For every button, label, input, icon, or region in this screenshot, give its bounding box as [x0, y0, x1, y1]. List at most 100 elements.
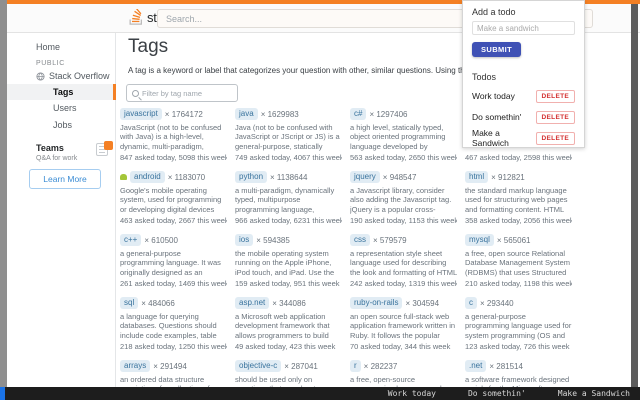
tag-question-count: × 1138644	[270, 172, 308, 182]
tag-stats: 190 asked today, 1153 this week	[350, 216, 457, 225]
sidebar-item-tags[interactable]: Tags	[7, 84, 116, 100]
sidebar-item-label: Stack Overflow	[49, 71, 110, 81]
submit-todo-button[interactable]: SUBMIT	[472, 41, 522, 57]
tag-link[interactable]: ios	[235, 234, 254, 246]
tag-question-count: × 1629983	[260, 109, 299, 119]
todo-list-item: Do somethin' DELETE	[472, 110, 575, 124]
tag-question-count: × 1764172	[164, 109, 203, 119]
tag-link[interactable]: c	[465, 297, 477, 309]
tag-stats: 463 asked today, 2667 this week	[120, 216, 227, 225]
sidebar-item-home[interactable]: Home	[36, 42, 60, 52]
tag-link[interactable]: android	[130, 171, 165, 183]
tag-question-count: × 282237	[363, 361, 398, 371]
sidebar-section-label: PUBLIC	[36, 60, 65, 67]
stackoverflow-icon	[129, 9, 142, 25]
tag-stats: 159 asked today, 951 this week	[235, 279, 340, 288]
tag-question-count: × 1183070	[167, 172, 206, 182]
tag-question-count: × 579579	[373, 235, 407, 245]
tag-grid: javascript × 1764172 JavaScript (not to …	[120, 108, 572, 400]
learn-more-button[interactable]: Learn More	[29, 169, 101, 189]
tag-stats: 847 asked today, 5098 this week	[120, 153, 227, 162]
todo-item-label: Make a Sandwich	[472, 128, 509, 148]
tag-link[interactable]: javascript	[120, 108, 162, 120]
tag-link[interactable]: html	[465, 171, 489, 183]
bottom-bar-todo-text: Do somethin'	[467, 389, 526, 398]
teams-chat-icon	[96, 141, 113, 156]
todo-list-item: Make a Sandwich DELETE	[472, 128, 575, 148]
tag-link[interactable]: .net	[465, 360, 487, 372]
tag-stats: 70 asked today, 344 this week	[350, 342, 451, 351]
tag-description: Google's mobile operating system, used f…	[120, 186, 222, 214]
tag-link[interactable]: java	[235, 108, 258, 120]
tag-question-count: × 344086	[272, 298, 306, 308]
delete-todo-button[interactable]: DELETE	[535, 131, 575, 145]
tag-description: a high level, statically typed, object o…	[350, 123, 446, 151]
tag-filter-input[interactable]	[142, 88, 232, 98]
tag-question-count: × 1297406	[369, 109, 408, 119]
teams-block: Teams Q&A for work	[36, 141, 113, 162]
delete-todo-button[interactable]: DELETE	[535, 110, 575, 124]
scrollbar[interactable]	[631, 4, 638, 387]
tag-card: c × 293440 a general-purpose programming…	[465, 297, 572, 353]
tag-card: c# × 1297406 a high level, statically ty…	[350, 108, 457, 164]
window-edge-strip	[0, 0, 7, 387]
tag-card: jquery × 948547 a Javascript library, co…	[350, 171, 457, 227]
tag-link[interactable]: arrays	[120, 360, 151, 372]
delete-todo-button[interactable]: DELETE	[535, 89, 575, 103]
sidebar-item-users[interactable]: Users	[53, 103, 77, 113]
tag-question-count: × 912821	[491, 172, 525, 182]
tag-stats: 123 asked today, 726 this week	[465, 342, 570, 351]
tag-stats: 749 asked today, 4067 this week	[235, 153, 342, 162]
todo-item-label: Do somethin'	[472, 112, 522, 122]
todo-list: Work today DELETE Do somethin' DELETE Ma…	[472, 89, 575, 148]
page: stackoverflow Home PUBLIC Stack Overflow…	[0, 0, 640, 400]
tag-description: an open source full-stack web applicatio…	[350, 312, 456, 340]
tag-description: Java (not to be confused with JavaScript…	[235, 123, 340, 151]
tag-filter	[126, 84, 238, 102]
tag-card: c++ × 610500 a general-purpose programmi…	[120, 234, 227, 290]
tag-link[interactable]: r	[350, 360, 361, 372]
tag-stats: 210 asked today, 1198 this week	[465, 279, 572, 288]
tag-card: html × 912821 the standard markup langua…	[465, 171, 572, 227]
todo-input[interactable]	[472, 21, 575, 35]
tag-stats: 242 asked today, 1319 this week	[350, 279, 457, 288]
tag-question-count: × 281514	[489, 361, 523, 371]
tag-question-count: × 565061	[496, 235, 531, 245]
tag-description: a multi-paradigm, dynamically typed, mul…	[235, 186, 335, 214]
tag-stats: 49 asked today, 423 this week	[235, 342, 336, 351]
tag-description: a Javascript library, consider also addi…	[350, 186, 452, 214]
tag-card: python × 1138644 a multi-paradigm, dynam…	[235, 171, 342, 227]
android-icon	[120, 174, 127, 180]
tag-link[interactable]: css	[350, 234, 370, 246]
tag-description: a free, open source Relational Database …	[465, 249, 571, 277]
sidebar-item-jobs[interactable]: Jobs	[53, 120, 72, 130]
page-title: Tags	[128, 36, 169, 57]
tag-stats: 261 asked today, 1469 this week	[120, 279, 227, 288]
tag-link[interactable]: c++	[120, 234, 142, 246]
bottom-bar-todo-text: Work today	[387, 389, 436, 398]
tag-link[interactable]: ruby-on-rails	[350, 297, 403, 309]
tag-question-count: × 304594	[405, 298, 440, 308]
todos-list-title: Todos	[472, 71, 497, 82]
tag-description: the mobile operating system running on t…	[235, 249, 335, 277]
scrollbar-thumb[interactable]	[631, 4, 638, 387]
tag-link[interactable]: c#	[350, 108, 367, 120]
tag-link[interactable]: mysql	[465, 234, 494, 246]
bottom-bar-todo-text: Make a Sandwich	[557, 389, 630, 398]
teams-subtitle: Q&A for work	[36, 155, 78, 162]
todo-panel-title: Add a todo	[472, 7, 516, 17]
tag-card: sql × 484066 a language for querying dat…	[120, 297, 227, 353]
tag-card: android × 1183070 Google's mobile operat…	[120, 171, 227, 227]
tag-link[interactable]: jquery	[350, 171, 380, 183]
sidebar-item-stack-overflow[interactable]: Stack Overflow	[36, 71, 110, 81]
tag-card: asp.net × 344086 a Microsoft web applica…	[235, 297, 342, 353]
tag-description: JavaScript (not to be confused with Java…	[120, 123, 222, 151]
tag-stats: 358 asked today, 2056 this week	[465, 216, 572, 225]
tag-link[interactable]: objective-c	[235, 360, 282, 372]
tag-link[interactable]: python	[235, 171, 268, 183]
tag-stats: 966 asked today, 6231 this week	[235, 216, 342, 225]
bottom-status-bar: Work today Do somethin' Make a Sandwich	[0, 387, 640, 400]
tag-link[interactable]: asp.net	[235, 297, 270, 309]
tag-link[interactable]: sql	[120, 297, 139, 309]
tag-question-count: × 484066	[141, 298, 175, 308]
